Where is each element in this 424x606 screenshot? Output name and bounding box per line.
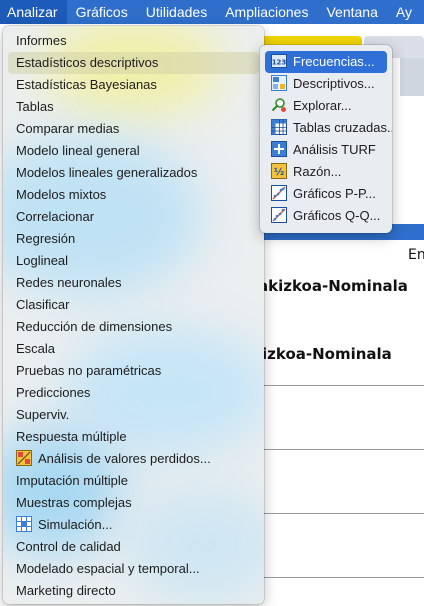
pp-plot-icon bbox=[271, 185, 287, 201]
menu-item-analisis-valores-perdidos[interactable]: Análisis de valores perdidos... bbox=[8, 448, 259, 470]
menu-ayuda[interactable]: Ay bbox=[387, 0, 421, 24]
menu-bar: Analizar Gráficos Utilidades Ampliacione… bbox=[0, 0, 424, 24]
submenu-item-label: Razón... bbox=[293, 164, 342, 179]
menu-item-estadisticos-descriptivos[interactable]: Estadísticos descriptivos bbox=[8, 52, 259, 74]
menu-item-comparar-medias[interactable]: Comparar medias bbox=[8, 118, 259, 140]
svg-text:123: 123 bbox=[272, 59, 287, 67]
crosstabs-icon bbox=[271, 119, 287, 135]
svg-text:½: ½ bbox=[274, 167, 284, 178]
output-heading: akizkoa-Nominala bbox=[258, 277, 408, 295]
simulation-icon bbox=[16, 516, 32, 532]
menu-item-regresion[interactable]: Regresión bbox=[8, 228, 259, 250]
menu-item-label: Análisis de valores perdidos... bbox=[38, 451, 211, 466]
submenu-item-graficos-qq[interactable]: Gráficos Q-Q... bbox=[265, 205, 387, 227]
menu-item-imputacion-multiple[interactable]: Imputación múltiple bbox=[8, 470, 259, 492]
menu-item-pruebas-no-parametricas[interactable]: Pruebas no paramétricas bbox=[8, 360, 259, 382]
menu-graficos[interactable]: Gráficos bbox=[67, 0, 137, 24]
missing-values-icon bbox=[16, 450, 32, 466]
submenu-item-analisis-turf[interactable]: Análisis TURF bbox=[265, 139, 387, 161]
submenu-item-label: Descriptivos... bbox=[293, 76, 375, 91]
table-rule bbox=[262, 385, 424, 386]
submenu-item-label: Frecuencias... bbox=[293, 54, 375, 69]
analyze-menu: Informes Estadísticos descriptivos Estad… bbox=[3, 26, 264, 604]
toolbar-strip bbox=[400, 58, 424, 96]
submenu-item-explorar[interactable]: Explorar... bbox=[265, 95, 387, 117]
menu-item-loglineal[interactable]: Loglineal bbox=[8, 250, 259, 272]
submenu-item-label: Análisis TURF bbox=[293, 142, 376, 157]
submenu-item-descriptivos[interactable]: Descriptivos... bbox=[265, 73, 387, 95]
menu-ampliaciones[interactable]: Ampliaciones bbox=[216, 0, 317, 24]
submenu-item-razon[interactable]: ½ Razón... bbox=[265, 161, 387, 183]
submenu-item-graficos-pp[interactable]: Gráficos P-P... bbox=[265, 183, 387, 205]
submenu-item-label: Tablas cruzadas... bbox=[293, 120, 392, 135]
menu-item-modelo-lineal-general[interactable]: Modelo lineal general bbox=[8, 140, 259, 162]
menu-item-escala[interactable]: Escala bbox=[8, 338, 259, 360]
table-rule bbox=[262, 577, 424, 578]
table-rule bbox=[262, 513, 424, 514]
menu-item-redes-neuronales[interactable]: Redes neuronales bbox=[8, 272, 259, 294]
output-heading: izkoa-Nominala bbox=[262, 345, 392, 363]
menu-item-reduccion-dimensiones[interactable]: Reducción de dimensiones bbox=[8, 316, 259, 338]
menu-item-modelos-mixtos[interactable]: Modelos mixtos bbox=[8, 184, 259, 206]
frequencies-icon: 123 bbox=[271, 53, 287, 69]
menu-item-superviv[interactable]: Superviv. bbox=[8, 404, 259, 426]
menu-item-informes[interactable]: Informes bbox=[8, 30, 259, 52]
menu-item-marketing-directo[interactable]: Marketing directo bbox=[8, 580, 259, 602]
table-rule bbox=[262, 449, 424, 450]
menu-item-label: Simulación... bbox=[38, 517, 113, 532]
turf-icon bbox=[271, 141, 287, 157]
menu-item-respuesta-multiple[interactable]: Respuesta múltiple bbox=[8, 426, 259, 448]
submenu-item-frecuencias[interactable]: 123 Frecuencias... bbox=[265, 51, 387, 73]
menu-item-modelos-lineales-generalizados[interactable]: Modelos lineales generalizados bbox=[8, 162, 259, 184]
menu-item-tablas[interactable]: Tablas bbox=[8, 96, 259, 118]
menu-utilidades[interactable]: Utilidades bbox=[137, 0, 216, 24]
menu-item-muestras-complejas[interactable]: Muestras complejas bbox=[8, 492, 259, 514]
submenu-item-label: Explorar... bbox=[293, 98, 352, 113]
submenu-item-tablas-cruzadas[interactable]: Tablas cruzadas... bbox=[265, 117, 392, 139]
descriptives-icon bbox=[271, 75, 287, 91]
submenu-item-label: Gráficos P-P... bbox=[293, 186, 376, 201]
menu-item-predicciones[interactable]: Predicciones bbox=[8, 382, 259, 404]
qq-plot-icon bbox=[271, 207, 287, 223]
menu-item-correlacionar[interactable]: Correlacionar bbox=[8, 206, 259, 228]
menu-analizar[interactable]: Analizar bbox=[0, 0, 67, 24]
menu-item-simulacion[interactable]: Simulación... bbox=[8, 514, 259, 536]
menu-item-estadisticas-bayesianas[interactable]: Estadísticas Bayesianas bbox=[8, 74, 259, 96]
menu-item-modelado-espacial-temporal[interactable]: Modelado espacial y temporal... bbox=[8, 558, 259, 580]
descriptive-statistics-submenu: 123 Frecuencias... Descriptivos... Explo… bbox=[260, 45, 392, 233]
menu-ventana[interactable]: Ventana bbox=[317, 0, 386, 24]
ratio-icon: ½ bbox=[271, 163, 287, 179]
side-text: En bbox=[408, 247, 424, 263]
explore-icon bbox=[271, 97, 287, 113]
menu-item-control-calidad[interactable]: Control de calidad bbox=[8, 536, 259, 558]
menu-item-clasificar[interactable]: Clasificar bbox=[8, 294, 259, 316]
submenu-item-label: Gráficos Q-Q... bbox=[293, 208, 381, 223]
